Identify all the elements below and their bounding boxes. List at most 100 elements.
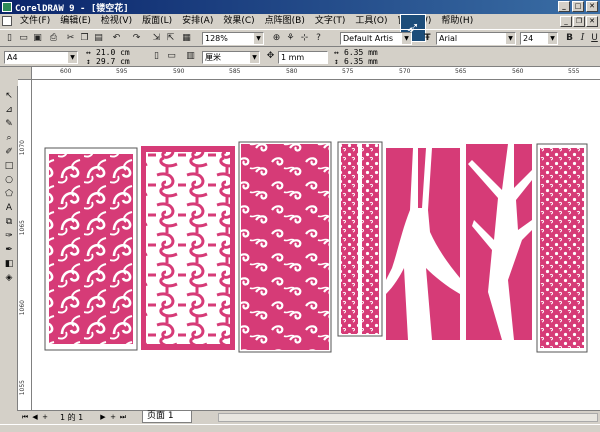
- paper-width-field[interactable]: 21.0 cm: [96, 48, 130, 57]
- page-layout-icon[interactable]: ▥: [184, 50, 197, 63]
- horizontal-scrollbar[interactable]: [218, 413, 598, 422]
- doc-minimize-icon[interactable]: _: [560, 15, 572, 27]
- cut-icon[interactable]: ✂: [64, 32, 77, 45]
- width-icon: ↔: [86, 48, 91, 57]
- next-page-icon[interactable]: ▶: [98, 412, 108, 422]
- pick-tool-icon[interactable]: ↖: [3, 90, 15, 102]
- nudge-icon: ✥: [266, 51, 275, 61]
- freehand-tool-icon[interactable]: ✐: [3, 146, 15, 158]
- shape-tool-icon[interactable]: ⊿: [3, 104, 15, 116]
- menu-effects[interactable]: 效果(C): [218, 14, 259, 28]
- add-page-icon[interactable]: +: [40, 412, 50, 422]
- menu-view[interactable]: 检视(V): [96, 14, 137, 28]
- zoom-icon[interactable]: ⊕: [270, 32, 283, 45]
- last-page-icon[interactable]: ⏭: [118, 412, 128, 422]
- font-name-value: Arial: [439, 34, 458, 43]
- ruler-origin[interactable]: [18, 67, 32, 80]
- help-pointer-icon[interactable]: ?: [312, 32, 325, 45]
- corel-graphics-icon[interactable]: ⚘: [284, 32, 297, 45]
- graphic-style-combo[interactable]: Default Artis ▼: [340, 32, 412, 45]
- interactive-tool-icon[interactable]: ⧉: [3, 216, 15, 228]
- horizontal-ruler[interactable]: 600 595 590 585 580 575 570 565 560 555: [32, 67, 600, 80]
- polygon-tool-icon[interactable]: ⬠: [3, 188, 15, 200]
- eyedropper-tool-icon[interactable]: ✑: [3, 230, 15, 242]
- landscape-icon[interactable]: ▭: [165, 50, 178, 63]
- interactive-fill-icon[interactable]: ◈: [3, 272, 15, 284]
- duplicate-y-field[interactable]: 6.35 mm: [344, 57, 378, 66]
- menu-bitmaps[interactable]: 点阵图(B): [260, 14, 310, 28]
- ruler-label: 600: [60, 68, 72, 75]
- close-icon[interactable]: ✕: [586, 1, 598, 12]
- undo-icon[interactable]: ↶: [110, 32, 123, 45]
- paper-height-field[interactable]: 29.7 cm: [96, 57, 130, 66]
- menu-help[interactable]: 帮助(H): [436, 14, 478, 28]
- ellipse-tool-icon[interactable]: ○: [3, 174, 15, 186]
- doc-restore-icon[interactable]: ❐: [573, 15, 585, 27]
- ruler-label: 560: [512, 68, 524, 75]
- zoom-tool-icon[interactable]: ⌕: [3, 132, 15, 144]
- chevron-down-icon: ▼: [402, 33, 411, 44]
- open-folder-icon[interactable]: ▭: [17, 32, 30, 45]
- lattice-panel-3[interactable]: [241, 144, 329, 350]
- fill-tool-icon[interactable]: ◧: [3, 258, 15, 270]
- window-title: CorelDRAW 9 - [镂空花]: [15, 4, 129, 14]
- new-file-icon[interactable]: ▯: [3, 32, 16, 45]
- menu-tools[interactable]: 工具(O): [350, 14, 392, 28]
- pick-icon[interactable]: ⊹: [298, 32, 311, 45]
- redo-icon[interactable]: ↷: [130, 32, 143, 45]
- doc-close-icon[interactable]: ✕: [586, 15, 598, 27]
- page-navigator: ⏮ ◀ + 1 的 1 ▶ + ⏭ 页面 1: [18, 410, 600, 424]
- portrait-icon[interactable]: ▯: [150, 50, 163, 63]
- rectangle-tool-icon[interactable]: □: [3, 160, 15, 172]
- lattice-strip-left[interactable]: [341, 144, 358, 334]
- dup-x-icon: ↔: [334, 48, 339, 57]
- knife-tool-icon[interactable]: ✎: [3, 118, 15, 130]
- menu-text[interactable]: 文字(T): [310, 14, 351, 28]
- window-controls: _ □ ✕: [558, 1, 598, 12]
- maximize-icon[interactable]: □: [572, 1, 584, 12]
- lattice-panel-1[interactable]: [49, 154, 133, 344]
- nudge-field[interactable]: 1 mm: [278, 51, 328, 64]
- menu-file[interactable]: 文件(F): [15, 14, 55, 28]
- prev-page-icon[interactable]: ◀: [30, 412, 40, 422]
- font-size-value: 24: [523, 34, 534, 43]
- height-icon: ↕: [86, 57, 91, 66]
- vertical-ruler[interactable]: 1070 1065 1060 1055: [18, 80, 32, 410]
- lattice-panel-2[interactable]: [146, 152, 230, 344]
- page-tab[interactable]: 页面 1: [142, 411, 192, 423]
- menu-arrange[interactable]: 安排(A): [177, 14, 218, 28]
- duplicate-x-field[interactable]: 6.35 mm: [344, 48, 378, 57]
- lattice-panel-7[interactable]: [540, 148, 584, 348]
- paper-size-combo[interactable]: A4 ▼: [4, 51, 78, 64]
- ruler-label: 1055: [19, 380, 26, 396]
- minimize-icon[interactable]: _: [558, 1, 570, 12]
- ruler-label: 575: [342, 68, 354, 75]
- menu-layout[interactable]: 版面(L): [137, 14, 177, 28]
- copy-icon[interactable]: ❐: [78, 32, 91, 45]
- print-icon[interactable]: ⎙: [47, 32, 60, 45]
- text-tool-icon[interactable]: A: [3, 202, 15, 214]
- outline-tool-icon[interactable]: ✒: [3, 244, 15, 256]
- import-icon[interactable]: ⇲: [150, 32, 163, 45]
- doc-window-controls: _ ❐ ✕: [560, 15, 598, 27]
- document-icon[interactable]: [2, 16, 12, 26]
- units-combo[interactable]: 厘米 ▼: [202, 51, 260, 64]
- paste-icon[interactable]: ▤: [92, 32, 105, 45]
- menu-edit[interactable]: 编辑(E): [55, 14, 96, 28]
- toolbox: ↖ ⊿ ✎ ⌕ ✐ □ ○ ⬠ A ⧉ ✑ ✒ ◧ ◈: [0, 86, 18, 411]
- chevron-down-icon: ▼: [254, 33, 263, 44]
- add-page-after-icon[interactable]: +: [108, 412, 118, 422]
- underline-button[interactable]: U: [588, 32, 600, 45]
- app-launcher-icon[interactable]: ▦: [180, 32, 193, 45]
- save-icon[interactable]: ▣: [31, 32, 44, 45]
- chevron-down-icon: ▼: [548, 33, 557, 44]
- zoom-combo[interactable]: 128% ▼: [202, 32, 264, 45]
- font-combo[interactable]: Arial ▼: [436, 32, 516, 45]
- export-icon[interactable]: ⇱: [164, 32, 177, 45]
- lattice-strip-right[interactable]: [362, 144, 379, 334]
- drawing-canvas[interactable]: [32, 80, 600, 410]
- first-page-icon[interactable]: ⏮: [20, 412, 30, 422]
- font-size-combo[interactable]: 24 ▼: [520, 32, 558, 45]
- bold-button[interactable]: B: [563, 32, 576, 45]
- ruler-label: 595: [116, 68, 128, 75]
